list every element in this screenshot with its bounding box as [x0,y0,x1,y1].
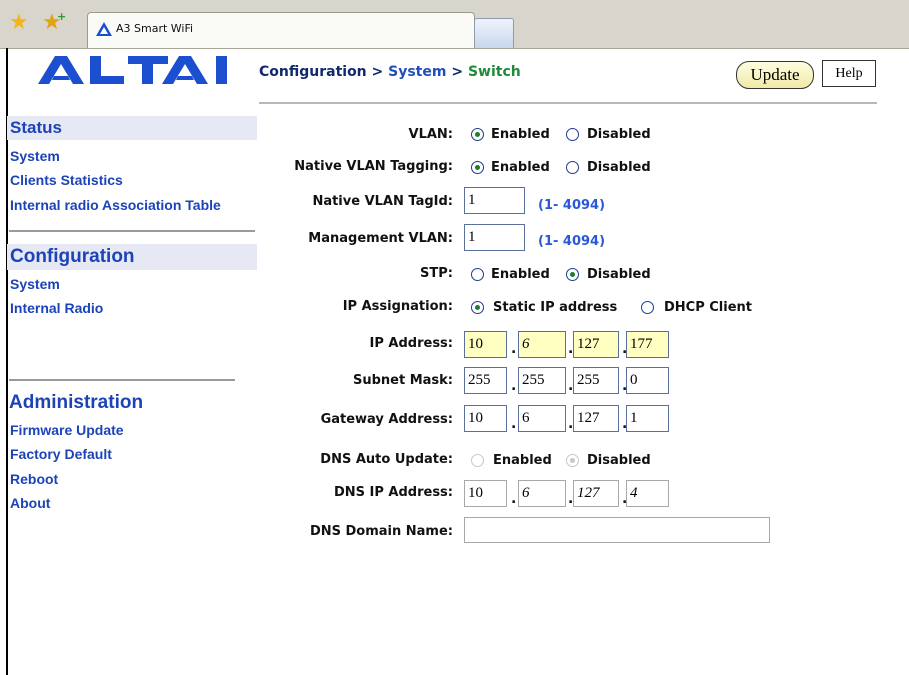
dns-ip-address-label: DNS IP Address: [333,485,453,500]
octet-separator: . [511,341,517,357]
subnet-mask-octet-4[interactable]: 0 [626,367,669,394]
stp-label: STP: [420,266,453,281]
octet-separator: . [511,416,517,432]
native-vlan-tagid-input[interactable]: 1 [464,187,525,214]
ip-address-octet-3[interactable]: 127 [573,331,619,358]
stp-enabled-label: Enabled [491,267,550,282]
add-plus-icon: + [57,10,67,23]
browser-tab-bar: ★ ★ + A3 Smart WiFi [0,0,909,49]
management-vlan-input[interactable]: 1 [464,224,525,251]
sidebar-item-firmware-update[interactable]: Firmware Update [10,422,124,438]
frame-border [6,48,8,675]
sidebar-section-administration: Administration [9,392,144,413]
breadcrumb-current: Switch [467,64,521,80]
sidebar-item-association-table[interactable]: Internal radio Association Table [10,197,221,213]
native-vlan-tagging-enabled-label: Enabled [491,160,550,175]
native-vlan-tagging-disabled-label: Disabled [587,160,651,175]
sidebar-item-config-system[interactable]: System [10,276,60,292]
update-button[interactable]: Update [736,61,814,89]
tab-title: A3 Smart WiFi [116,22,194,35]
header-divider [259,102,877,104]
static-ip-label: Static IP address [493,300,618,315]
vlan-enabled-radio[interactable] [471,128,484,141]
dns-ip-octet-1[interactable]: 10 [464,480,507,507]
octet-separator: . [511,491,517,507]
dns-ip-octet-3[interactable]: 127 [573,480,619,507]
gateway-address-octet-4[interactable]: 1 [626,405,669,432]
sidebar-item-status-system[interactable]: System [10,148,60,164]
stp-enabled-radio[interactable] [471,268,484,281]
subnet-mask-octet-1[interactable]: 255 [464,367,507,394]
sidebar-divider [9,379,235,381]
new-tab-button[interactable] [474,18,514,48]
altai-logo [38,56,227,84]
vlan-disabled-radio[interactable] [566,128,579,141]
browser-tab[interactable]: A3 Smart WiFi [87,12,475,48]
sidebar-divider [9,230,255,232]
dns-ip-octet-2[interactable]: 6 [518,480,566,507]
ip-address-octet-4[interactable]: 177 [626,331,669,358]
management-vlan-label: Management VLAN: [308,231,453,246]
ip-address-label: IP Address: [369,336,453,351]
subnet-mask-octet-3[interactable]: 255 [573,367,619,394]
favorites-star-icon[interactable]: ★ [9,12,29,34]
gateway-address-octet-1[interactable]: 10 [464,405,507,432]
vlan-enabled-label: Enabled [491,127,550,142]
breadcrumb-configuration[interactable]: Configuration [259,64,367,80]
sidebar-section-status: Status [7,116,257,140]
help-button[interactable]: Help [822,60,876,87]
subnet-mask-octet-2[interactable]: 255 [518,367,566,394]
breadcrumb: Configuration > System > Switch [259,64,521,80]
altai-favicon-icon [96,22,112,36]
gateway-address-octet-2[interactable]: 6 [518,405,566,432]
native-vlan-tagid-range: (1- 4094) [538,198,606,213]
dns-auto-update-label: DNS Auto Update: [320,452,453,467]
dns-ip-octet-4[interactable]: 4 [626,480,669,507]
dns-domain-name-label: DNS Domain Name: [309,524,453,539]
stp-disabled-label: Disabled [587,267,651,282]
sidebar-item-about[interactable]: About [10,495,50,511]
vlan-label: VLAN: [408,127,453,142]
vlan-disabled-label: Disabled [587,127,651,142]
sidebar-item-clients-statistics[interactable]: Clients Statistics [10,172,123,188]
subnet-mask-label: Subnet Mask: [352,373,453,388]
native-vlan-tagging-disabled-radio[interactable] [566,161,579,174]
static-ip-radio[interactable] [471,301,484,314]
dns-domain-name-input[interactable] [464,517,770,543]
sidebar-item-reboot[interactable]: Reboot [10,471,58,487]
native-vlan-tagging-label: Native VLAN Tagging: [294,159,453,174]
sidebar-item-factory-default[interactable]: Factory Default [10,446,112,462]
breadcrumb-separator: > [371,64,384,80]
sidebar-item-internal-radio[interactable]: Internal Radio [10,300,103,316]
breadcrumb-system[interactable]: System [388,64,446,80]
dns-auto-update-enabled-radio[interactable] [471,454,484,467]
gateway-address-octet-3[interactable]: 127 [573,405,619,432]
management-vlan-range: (1- 4094) [538,234,606,249]
sidebar-section-configuration: Configuration [7,244,257,270]
dns-auto-update-disabled-label: Disabled [587,453,651,468]
ip-assignation-label: IP Assignation: [342,299,453,314]
native-vlan-tagging-enabled-radio[interactable] [471,161,484,174]
breadcrumb-separator: > [451,64,464,80]
native-vlan-tagid-label: Native VLAN TagId: [312,194,453,209]
octet-separator: . [511,378,517,394]
stp-disabled-radio[interactable] [566,268,579,281]
dns-auto-update-disabled-radio[interactable] [566,454,579,467]
dhcp-client-radio[interactable] [641,301,654,314]
ip-address-octet-1[interactable]: 10 [464,331,507,358]
ip-address-octet-2[interactable]: 6 [518,331,566,358]
gateway-address-label: Gateway Address: [320,412,453,427]
dhcp-client-label: DHCP Client [664,300,753,315]
dns-auto-update-enabled-label: Enabled [493,453,552,468]
